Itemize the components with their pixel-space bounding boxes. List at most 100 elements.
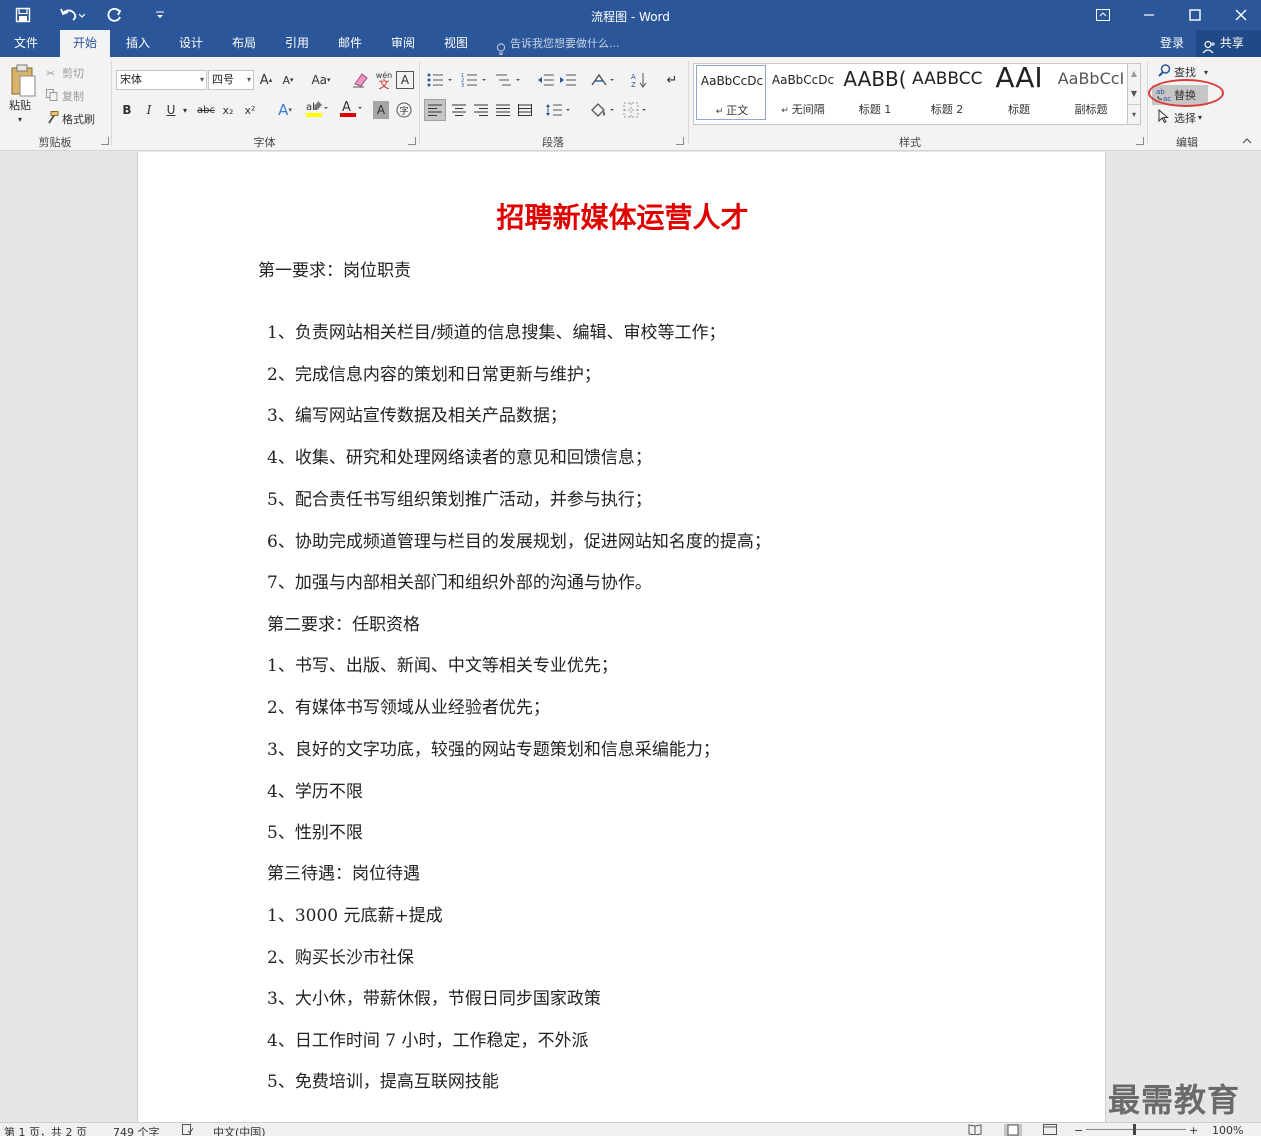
- style-sample: AAI: [995, 61, 1043, 94]
- search-icon: [1158, 64, 1174, 80]
- text-effects-icon[interactable]: A ▾: [272, 101, 298, 119]
- phonetic-guide-button[interactable]: wén 文: [374, 69, 394, 91]
- underline-dropdown-icon[interactable]: ▾: [180, 101, 190, 119]
- tell-me-box[interactable]: 告诉我您想要做什么...: [496, 30, 620, 57]
- copy-button[interactable]: 复制: [46, 88, 84, 104]
- line-spacing-icon[interactable]: [544, 99, 574, 121]
- multilevel-list-icon[interactable]: [494, 71, 524, 89]
- zoom-level[interactable]: 100%: [1212, 1124, 1243, 1136]
- web-layout-icon[interactable]: [1043, 1124, 1057, 1136]
- clipboard-launcher-icon[interactable]: [101, 137, 109, 145]
- increase-indent-icon[interactable]: [558, 71, 578, 89]
- styles-scrollbar[interactable]: ▲ ▼ ▾: [1127, 63, 1141, 125]
- style-heading-2[interactable]: AABBCC 标题 2: [912, 65, 982, 120]
- tab-insert[interactable]: 插入: [113, 30, 163, 57]
- superscript-button[interactable]: x²: [242, 101, 258, 119]
- character-shading-icon[interactable]: A: [373, 101, 389, 119]
- tab-layout[interactable]: 布局: [219, 30, 269, 57]
- align-right-icon[interactable]: [470, 99, 492, 121]
- document-paragraph: 3、良好的文字功底，较强的网站专题策划和信息采编能力；: [267, 740, 720, 760]
- ribbon-display-icon[interactable]: [1080, 0, 1126, 30]
- subscript-button[interactable]: x₂: [220, 101, 236, 119]
- tab-review[interactable]: 审阅: [378, 30, 428, 57]
- font-launcher-icon[interactable]: [408, 137, 416, 145]
- font-size-combo[interactable]: 四号 ▾: [208, 70, 254, 90]
- shrink-font-icon[interactable]: A ▾: [280, 71, 296, 89]
- close-icon[interactable]: [1218, 0, 1261, 30]
- style-no-spacing[interactable]: AaBbCcDc ↵ 无间隔: [768, 65, 838, 120]
- align-left-icon[interactable]: [424, 99, 446, 121]
- share-button[interactable]: 共享: [1196, 30, 1261, 57]
- style-sample: AaBbCcI: [1057, 69, 1125, 88]
- paste-icon[interactable]: [8, 63, 38, 99]
- font-name-combo[interactable]: 宋体 ▾: [116, 70, 207, 90]
- show-marks-icon[interactable]: ↵: [664, 71, 680, 89]
- clear-formatting-icon[interactable]: [351, 71, 371, 89]
- find-button[interactable]: 查找 ▾: [1158, 64, 1208, 80]
- maximize-icon[interactable]: [1172, 0, 1218, 30]
- justify-icon[interactable]: [492, 99, 514, 121]
- paragraph-launcher-icon[interactable]: [676, 137, 684, 145]
- align-center-icon[interactable]: [448, 99, 470, 121]
- zoom-slider-thumb[interactable]: [1133, 1124, 1136, 1135]
- read-mode-icon[interactable]: [968, 1124, 982, 1136]
- decrease-indent-icon[interactable]: [536, 71, 556, 89]
- paste-dropdown-icon[interactable]: ▾: [18, 115, 22, 124]
- borders-icon[interactable]: [622, 99, 652, 121]
- enclose-characters-icon[interactable]: 字: [395, 101, 413, 119]
- chinese-layout-icon[interactable]: [590, 71, 618, 89]
- grow-font-icon[interactable]: A ▴: [258, 71, 274, 89]
- minimize-icon[interactable]: [1126, 0, 1172, 30]
- tab-home[interactable]: 开始: [60, 30, 110, 57]
- tab-references[interactable]: 引用: [272, 30, 322, 57]
- collapse-ribbon-icon[interactable]: [1240, 135, 1254, 147]
- document-paragraph: 第一要求：岗位职责: [258, 261, 411, 281]
- login-link[interactable]: 登录: [1160, 30, 1184, 57]
- character-border-icon[interactable]: A: [396, 71, 414, 89]
- sort-icon[interactable]: AZ: [630, 71, 650, 89]
- numbering-icon[interactable]: 123: [460, 71, 490, 89]
- document-page[interactable]: 招聘新媒体运营人才 第一要求：岗位职责 1、负责网站相关栏目/频道的信息搜集、编…: [137, 152, 1106, 1122]
- language-indicator[interactable]: 中文(中国): [213, 1124, 266, 1136]
- underline-button[interactable]: U: [163, 101, 179, 119]
- proofing-icon[interactable]: [182, 1124, 194, 1136]
- style-heading-1[interactable]: AABB( 标题 1: [840, 65, 910, 120]
- style-sample: AABBCC: [912, 69, 982, 89]
- format-painter-button[interactable]: 格式刷: [46, 111, 95, 127]
- print-layout-icon[interactable]: [1004, 1124, 1022, 1136]
- more-styles-icon[interactable]: ▾: [1128, 104, 1140, 124]
- cut-button[interactable]: ✂ 剪切: [46, 65, 84, 81]
- zoom-in-icon[interactable]: +: [1189, 1124, 1198, 1136]
- highlighter-icon[interactable]: ab: [304, 99, 330, 119]
- tab-mailings[interactable]: 邮件: [325, 30, 375, 57]
- document-paragraph: 4、学历不限: [267, 782, 363, 802]
- select-button[interactable]: 选择 ▾: [1158, 108, 1202, 126]
- chevron-up-icon[interactable]: ▲: [1128, 64, 1140, 84]
- group-divider: [688, 61, 689, 145]
- cursor-icon: [1158, 108, 1174, 126]
- paste-button[interactable]: 粘贴: [9, 97, 39, 113]
- zoom-slider[interactable]: [1086, 1129, 1186, 1130]
- document-paragraph: 5、配合责任书写组织策划推广活动，并参与执行；: [267, 490, 652, 510]
- tab-view[interactable]: 视图: [431, 30, 481, 57]
- distributed-icon[interactable]: [514, 99, 536, 121]
- chevron-down-icon[interactable]: ▼: [1128, 84, 1140, 104]
- change-case-button[interactable]: Aa ▾: [308, 71, 334, 89]
- font-color-icon[interactable]: A: [338, 99, 364, 119]
- tab-file[interactable]: 文件: [0, 30, 52, 57]
- styles-launcher-icon[interactable]: [1136, 137, 1144, 145]
- word-count[interactable]: 749 个字: [113, 1124, 160, 1136]
- bullets-icon[interactable]: [426, 71, 456, 89]
- svg-text:3: 3: [461, 83, 464, 87]
- strikethrough-button[interactable]: abc: [196, 101, 216, 119]
- italic-button[interactable]: I: [141, 101, 157, 119]
- zoom-out-icon[interactable]: −: [1074, 1124, 1083, 1136]
- style-subtitle[interactable]: AaBbCcI 副标题: [1056, 65, 1126, 120]
- tab-design[interactable]: 设计: [166, 30, 216, 57]
- bold-button[interactable]: B: [119, 101, 135, 119]
- paragraph-group-label: 段落: [542, 136, 564, 149]
- style-normal[interactable]: AaBbCcDc ↵ 正文: [696, 65, 766, 120]
- page-count[interactable]: 第 1 页，共 2 页: [4, 1124, 87, 1136]
- shading-icon[interactable]: [588, 99, 618, 121]
- style-title[interactable]: AAI 标题: [984, 61, 1054, 120]
